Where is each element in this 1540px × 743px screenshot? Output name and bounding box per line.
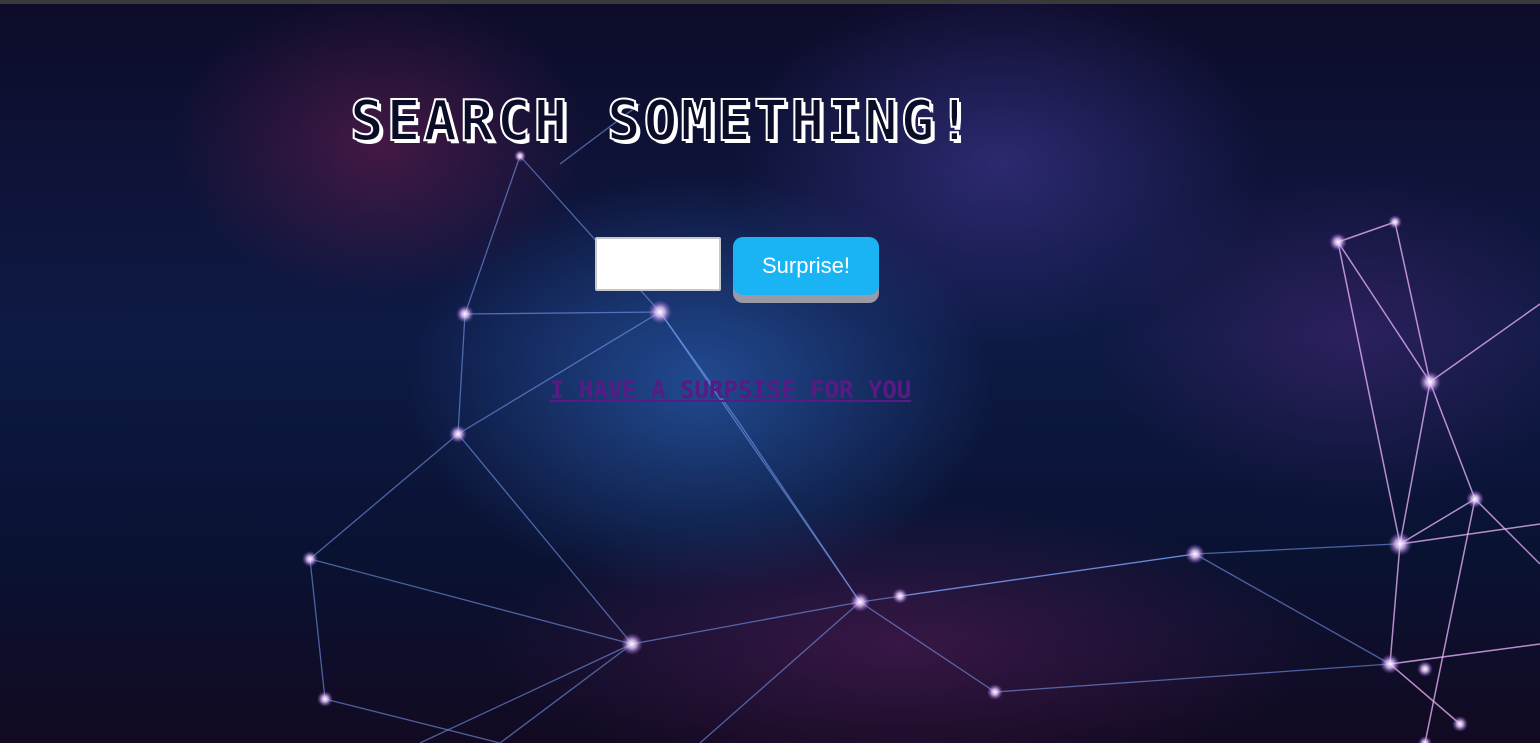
page-title: Search Something! (349, 88, 975, 155)
surprise-button[interactable]: Surprise! (733, 237, 879, 295)
search-input[interactable] (595, 237, 721, 291)
surprise-link[interactable]: I have a surpsise for you (550, 374, 911, 406)
